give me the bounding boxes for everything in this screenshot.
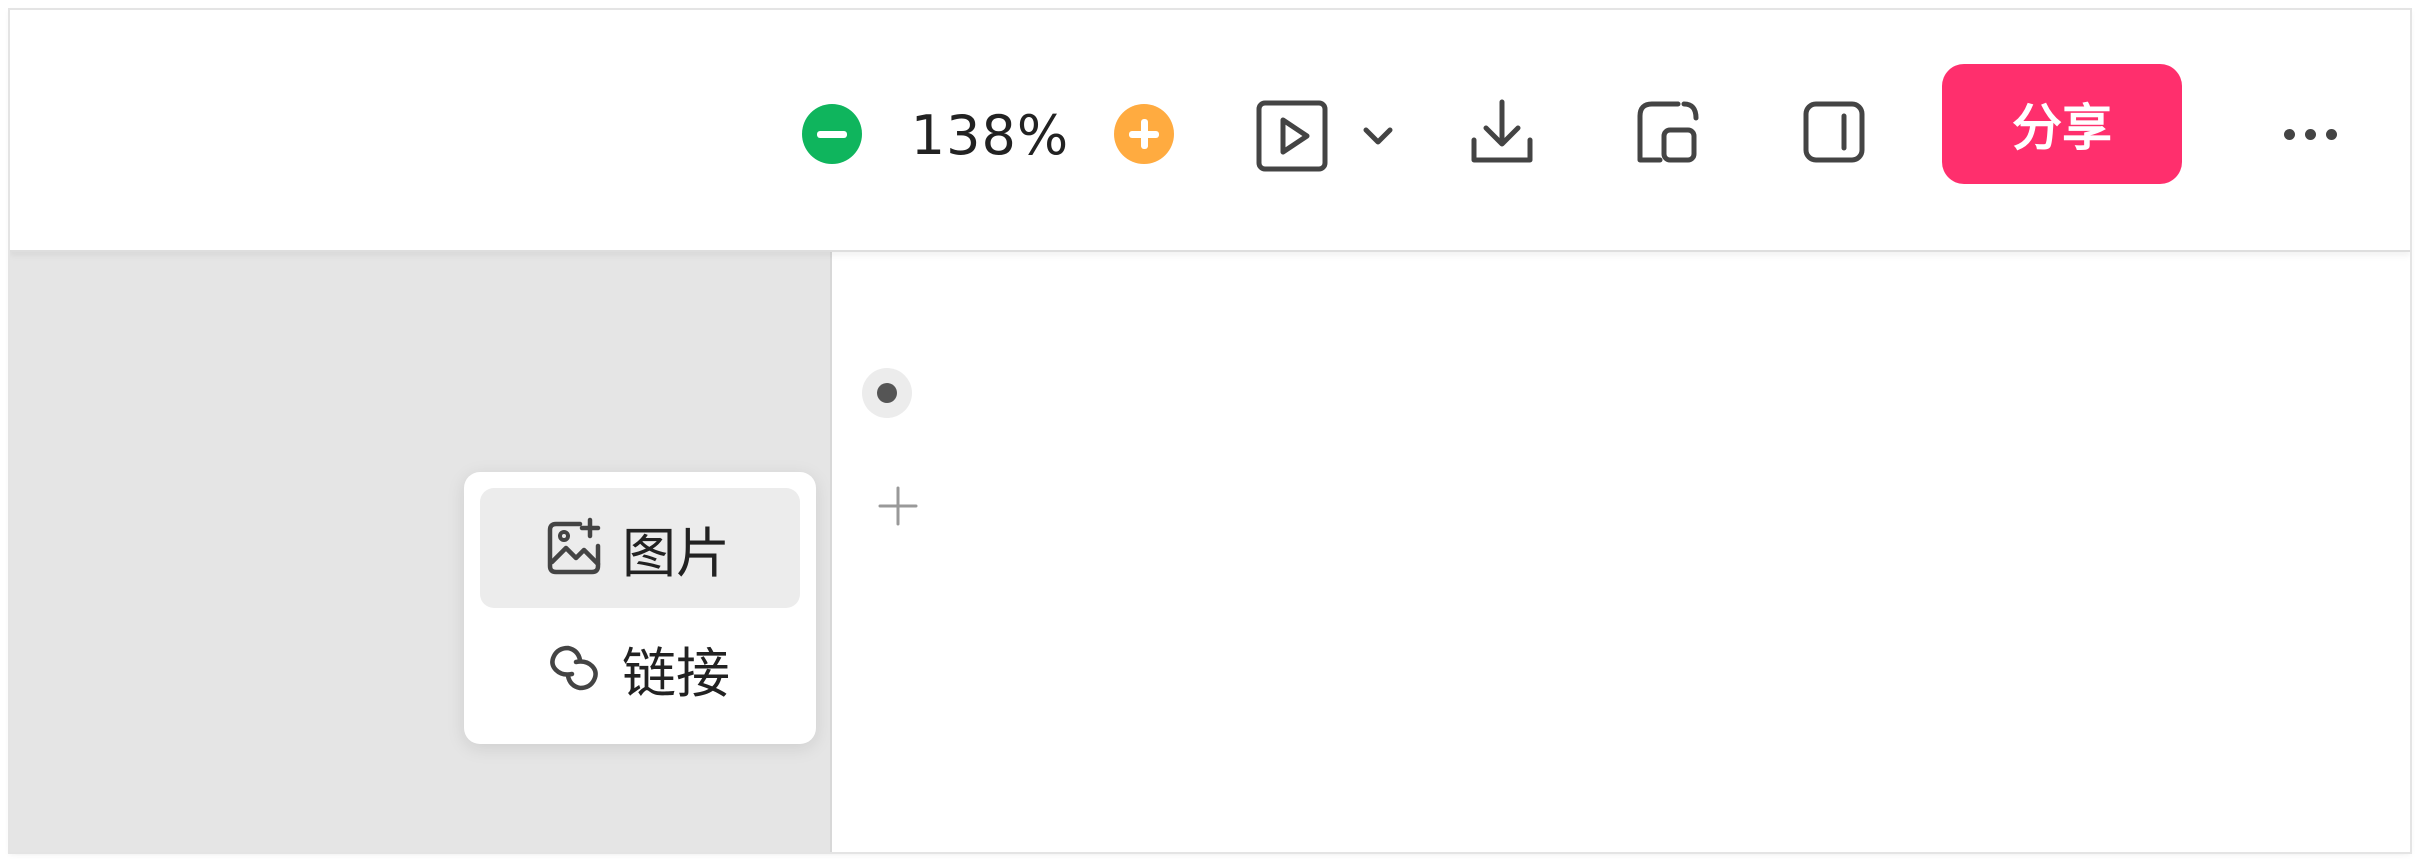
more-options-button[interactable]	[2270, 114, 2350, 154]
play-square-icon	[1256, 100, 1328, 172]
sidebar-panel-icon	[1803, 101, 1865, 163]
dot-icon	[2325, 128, 2337, 140]
insert-menu: 图片 链接	[464, 472, 816, 744]
chevron-down-icon	[1363, 127, 1393, 145]
insert-link-label: 链接	[622, 641, 730, 705]
top-toolbar: 138% 分享	[10, 10, 2410, 252]
frame-icon	[1637, 101, 1699, 163]
mindmap-canvas[interactable]	[832, 252, 2410, 852]
link-icon	[550, 645, 598, 691]
frame-button[interactable]	[1632, 96, 1704, 168]
image-add-icon	[547, 517, 601, 575]
app-window: 138% 分享	[10, 10, 2410, 852]
node-bullet[interactable]	[862, 368, 912, 418]
toggle-panel-button[interactable]	[1798, 96, 1870, 168]
insert-image-label: 图片	[622, 521, 730, 585]
dot-icon	[2283, 128, 2295, 140]
zoom-level-label: 138%	[910, 103, 1070, 167]
zoom-in-button[interactable]	[1114, 104, 1174, 164]
dot-icon	[2304, 128, 2316, 140]
plus-icon	[878, 486, 918, 526]
download-button[interactable]	[1466, 96, 1538, 168]
insert-image-item[interactable]: 图片	[480, 488, 800, 608]
download-icon	[1471, 99, 1533, 163]
present-dropdown-button[interactable]	[1358, 116, 1398, 156]
add-node-button[interactable]	[876, 484, 920, 528]
share-button[interactable]: 分享	[1942, 64, 2182, 184]
present-button[interactable]	[1254, 98, 1330, 174]
insert-link-item[interactable]: 链接	[480, 608, 800, 728]
plus-icon	[1129, 119, 1159, 149]
zoom-out-button[interactable]	[802, 104, 862, 164]
